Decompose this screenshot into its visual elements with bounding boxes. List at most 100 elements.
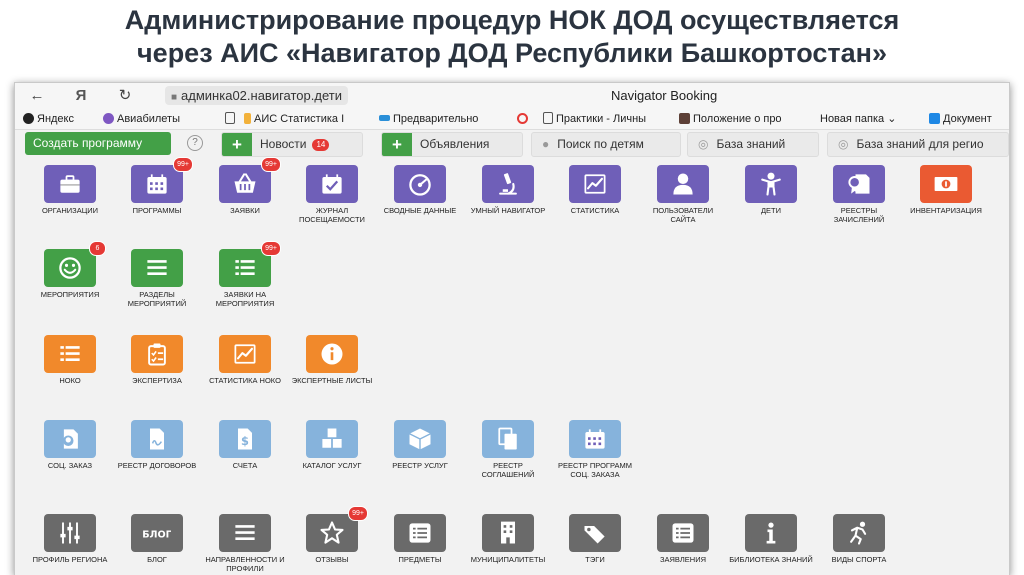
reload-icon[interactable]: ↻ [115,86,135,106]
tile-knowledge_lib[interactable]: Библиотека знаний [729,514,813,564]
plus-icon: + [382,133,412,156]
tile-label: Дети [760,206,782,215]
news-button[interactable]: + Новости 14 [221,132,363,157]
announcements-button[interactable]: + Объявления [381,132,523,157]
tile-smart[interactable]: Умный навигатор [466,165,550,215]
bookmark-polozhenie[interactable]: Положение о про [679,109,782,129]
tile-event_requests[interactable]: 99+ Заявки на мероприятия [203,241,287,308]
yandex-icon[interactable]: Я [71,86,91,106]
create-program-button[interactable]: Создать программу [25,132,171,155]
tile-statements[interactable]: Заявления [641,514,725,564]
info-icon [745,514,797,552]
bird-icon [379,115,390,121]
tile-children[interactable]: Дети [729,165,813,215]
url-text: админка02.навигатор.дети [181,88,342,103]
tile-label: Блог [147,555,167,564]
page-icon [543,112,553,124]
tile-subjects[interactable]: Предметы [378,514,462,564]
clipboard-icon [131,335,183,373]
building-icon [482,514,534,552]
bookmark-aviabilety[interactable]: Авиабилеты [103,109,180,129]
tile-agreements[interactable]: Реестр соглашений [466,420,550,479]
menu-icon [219,514,271,552]
tile-label: Журнал посещаемости [299,206,365,224]
tile-so_programs[interactable]: Реестр программ соц. заказа [553,420,637,479]
chart-icon [219,335,271,373]
tile-stats[interactable]: Статистика [553,165,637,215]
tile-directions[interactable]: Направленности и профили [203,514,287,573]
calendar-check-icon [306,165,358,203]
tile-label: Заявления [659,555,706,564]
tile-event_sections[interactable]: Разделы мероприятий [115,249,199,308]
tile-tags[interactable]: Тэги [553,514,637,564]
tile-municipalities[interactable]: Муниципалитеты [466,514,550,564]
tile-inventory[interactable]: Инвентаризация [904,165,988,215]
tile-programs[interactable]: 99+ Программы [115,157,199,215]
tile-label: Библиотека знаний [729,555,813,564]
doc-dollar-icon: $ [219,420,271,458]
news-badge: 14 [312,139,330,151]
tile-org[interactable]: Организации [28,165,112,215]
url-field[interactable]: ■ админка02.навигатор.дети [165,86,348,105]
tile-journal[interactable]: Журнал посещаемости [290,165,374,224]
tile-registries[interactable]: Реестры зачислений [817,165,901,224]
certificate-icon [833,165,885,203]
notification-badge: 99+ [261,157,281,172]
plane-icon [103,113,114,124]
tile-label: Организации [41,206,99,215]
tile-label: Статистика [570,206,620,215]
user-icon [657,165,709,203]
tile-label: Пользователи сайта [652,206,714,224]
tile-label: Умный навигатор [470,206,546,215]
help-icon[interactable]: ? [187,135,203,151]
bookmark-predvaritelno[interactable]: Предварительно [379,109,478,129]
lock-icon: ■ [171,92,178,103]
lifebuoy-bookmark[interactable] [517,109,531,129]
bookmark-yandex[interactable]: Яндекс [23,109,74,129]
tile-expert_sheets[interactable]: Экспертные листы [290,335,374,385]
tile-contracts[interactable]: Реестр договоров [115,420,199,470]
tile-social_order[interactable]: Соц. заказ [28,420,112,470]
doc-signature-icon [131,420,183,458]
list-icon: 99+ [219,241,281,287]
tile-region_profile[interactable]: Профиль региона [28,514,112,564]
tile-label: Сводные данные [383,206,457,215]
knowledge-base-regions-button[interactable]: ◎ База знаний для регио [827,132,1009,157]
tile-label: Реестр соглашений [481,461,535,479]
tile-users[interactable]: Пользователи сайта [641,165,725,224]
lifebuoy-icon: ◎ [838,137,849,151]
bookmark-praktiki[interactable]: Практики - Личны [543,109,646,129]
tile-sports[interactable]: Виды спорта [817,514,901,564]
tile-label: Предметы [398,555,442,564]
basket-icon: 99+ [219,157,281,203]
bookmark-page[interactable] [225,109,238,129]
notification-badge: 99+ [173,157,193,172]
tile-noko_stats[interactable]: Статистика НОКО [203,335,287,385]
gauge-icon [394,165,446,203]
tile-summary[interactable]: Сводные данные [378,165,462,215]
tile-label: Муниципалитеты [470,555,546,564]
bookmark-ais-stats[interactable]: АИС Статистика I [244,109,344,129]
search-children-button[interactable]: ● Поиск по детям [531,132,681,157]
browser-screenshot: ← Я ↻ ■ админка02.навигатор.дети Navigato… [14,82,1010,575]
tile-label: НОКО [59,376,81,385]
tile-label: Каталог услуг [302,461,362,470]
address-bar: ← Я ↻ ■ админка02.навигатор.дети Navigato… [15,83,1009,109]
tile-noko[interactable]: НОКО [28,335,112,385]
tile-blog[interactable]: БЛОГ Блог [115,514,199,564]
image-thumb-icon [679,113,690,124]
tile-services_catalog[interactable]: Каталог услуг [290,420,374,470]
tile-expertise[interactable]: Экспертиза [115,335,199,385]
back-arrow-icon[interactable]: ← [27,86,47,106]
tile-events[interactable]: 6 Мероприятия [28,241,112,299]
plus-icon: + [222,133,252,156]
tile-label: Виды спорта [831,555,887,564]
star-icon: 99+ [306,506,368,552]
tile-reviews[interactable]: 99+ Отзывы [290,506,374,564]
bookmark-document[interactable]: Документ [929,109,992,129]
tile-services_registry[interactable]: Реестр услуг [378,420,462,470]
tile-requests[interactable]: 99+ Заявки [203,157,287,215]
knowledge-base-button[interactable]: ◎ База знаний [687,132,819,157]
tile-invoices[interactable]: $ Счета [203,420,287,470]
bookmark-new-folder[interactable]: Новая папка ⌄ [820,109,896,129]
